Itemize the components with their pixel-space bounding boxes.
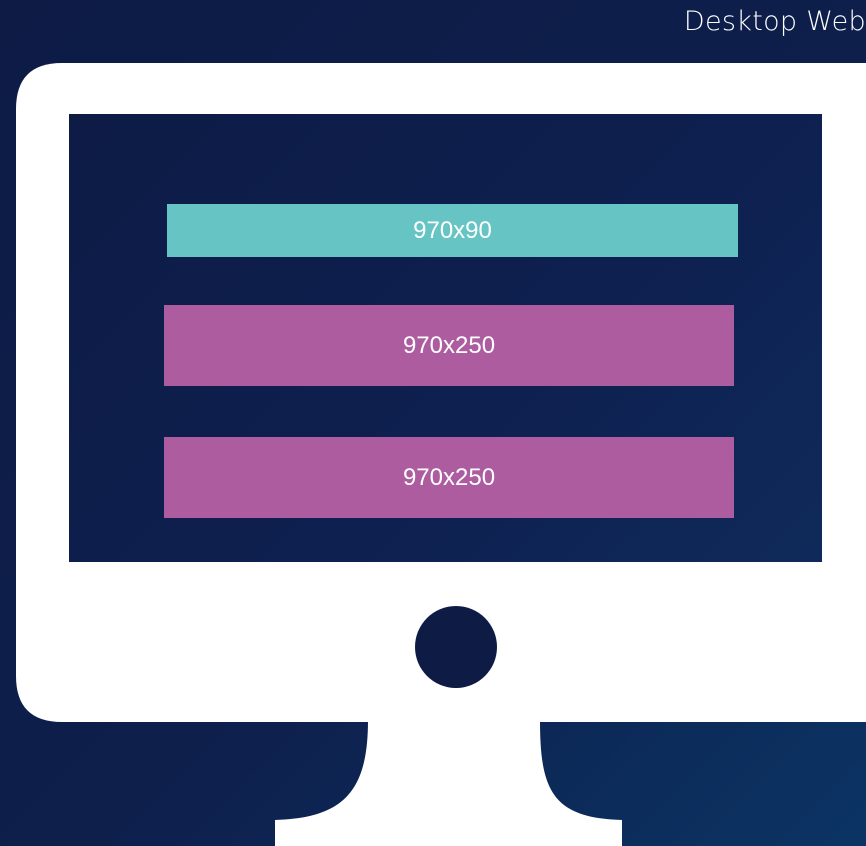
ad-slot-label: 970x250 (402, 463, 496, 491)
monitor-stand (275, 720, 622, 846)
power-button-icon (415, 606, 497, 688)
ad-slot-leaderboard: 970x90 (167, 204, 738, 257)
ad-slot-billboard-2: 970x250 (164, 437, 734, 518)
ad-slot-billboard-1: 970x250 (164, 305, 734, 386)
ad-slot-label: 970x90 (413, 216, 492, 244)
ad-slot-label: 970x250 (402, 331, 496, 359)
